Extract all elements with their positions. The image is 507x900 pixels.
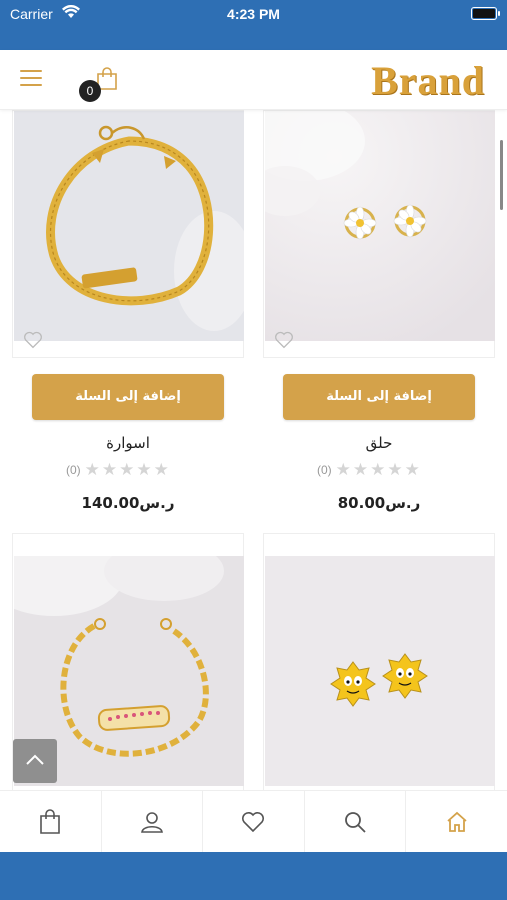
star-icon: ★ (404, 459, 420, 480)
add-to-cart-button[interactable]: إضافة إلى السلة (283, 374, 475, 420)
tab-home[interactable] (406, 791, 507, 852)
star-icon: ★ (84, 459, 100, 480)
product-image-frame[interactable] (263, 110, 495, 358)
product-image-frame[interactable] (263, 533, 495, 790)
tab-account[interactable] (102, 791, 204, 852)
brand-logo[interactable]: Brand (371, 57, 485, 103)
battery-icon (471, 7, 500, 20)
daisy-rings-image (265, 111, 495, 341)
home-icon (447, 811, 467, 832)
star-icon: ★ (370, 459, 386, 480)
tab-cart[interactable] (0, 791, 102, 852)
back-to-top-button[interactable] (13, 739, 57, 783)
rating-count: (0) (66, 463, 81, 477)
star-icon: ★ (153, 459, 169, 480)
app-header: 0 Brand (0, 50, 507, 110)
chevron-up-icon (26, 754, 44, 765)
bottom-tab-bar (0, 790, 507, 852)
product-rating: (0) ★ ★ ★ ★ ★ (66, 460, 169, 480)
heart-icon (242, 811, 265, 832)
cartoon-rings-image (265, 556, 495, 786)
product-name[interactable]: اسوارة (12, 434, 244, 452)
user-icon (140, 811, 163, 833)
product-grid: إضافة إلى السلة حلق (0) ★ ★ ★ ★ ★ 80.00ر… (0, 110, 507, 790)
star-icon: ★ (119, 459, 135, 480)
cart-count-badge: 0 (79, 80, 101, 102)
gold-bracelet-image (14, 111, 244, 341)
product-rating: (0) ★ ★ ★ ★ ★ (317, 460, 420, 480)
star-icon: ★ (387, 459, 403, 480)
rating-count: (0) (317, 463, 332, 477)
bag-icon (40, 808, 61, 834)
clock: 4:23 PM (227, 6, 280, 22)
product-price: 140.00ر.س (81, 494, 175, 512)
star-icon: ★ (136, 459, 152, 480)
home-indicator-bar (0, 852, 507, 900)
star-icon: ★ (335, 459, 351, 480)
product-price: 80.00ر.س (337, 494, 421, 512)
heart-icon[interactable] (23, 331, 43, 349)
product-image-frame[interactable] (12, 110, 244, 358)
status-bar: Carrier 4:23 PM (0, 0, 507, 50)
add-to-cart-button[interactable]: إضافة إلى السلة (32, 374, 224, 420)
star-icon: ★ (352, 459, 369, 480)
search-icon (345, 811, 366, 833)
heart-icon[interactable] (274, 331, 294, 349)
tab-wishlist[interactable] (203, 791, 305, 852)
tab-search[interactable] (305, 791, 407, 852)
product-name[interactable]: حلق (263, 434, 495, 452)
scrollbar[interactable] (500, 140, 503, 210)
star-icon: ★ (101, 459, 118, 480)
menu-icon[interactable] (20, 70, 42, 88)
